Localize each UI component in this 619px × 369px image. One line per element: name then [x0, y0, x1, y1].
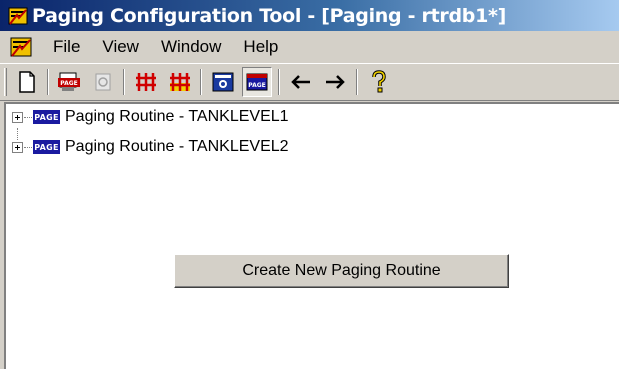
arrow-right-icon	[326, 75, 345, 89]
paging-app-icon	[8, 6, 28, 26]
app-window: Paging Configuration Tool - [Paging - rt…	[0, 0, 619, 369]
toolbar-separator	[356, 69, 358, 95]
forward-button[interactable]	[320, 67, 350, 97]
toolbar-separator	[123, 69, 125, 95]
blue-view-button[interactable]	[208, 67, 238, 97]
arrow-left-icon	[291, 75, 310, 89]
page-disabled-button[interactable]	[88, 67, 118, 97]
expand-icon[interactable]	[12, 141, 23, 153]
tree-item-label[interactable]: Paging Routine - TANKLEVEL2	[65, 138, 289, 156]
menu-file[interactable]: File	[42, 37, 91, 57]
menu-bar: File View Window Help	[0, 31, 619, 63]
page-red-button[interactable]: PAGE	[54, 67, 84, 97]
help-icon	[372, 70, 386, 93]
red-grid-icon	[136, 73, 156, 91]
page-disabled-icon	[95, 73, 111, 91]
page-view-icon: PAGE	[246, 73, 268, 91]
page-view-button[interactable]: PAGE	[242, 67, 272, 97]
svg-text:PAGE: PAGE	[60, 80, 78, 87]
page-icon: PAGE	[33, 140, 60, 154]
page-red-icon: PAGE	[58, 72, 80, 91]
toolbar: PAGE PAGE	[0, 63, 619, 101]
tree-view[interactable]: PAGE Paging Routine - TANKLEVEL1 PAGE Pa…	[4, 102, 619, 369]
tree-connector	[24, 146, 32, 148]
tree-connector	[24, 116, 32, 118]
new-document-icon	[19, 71, 35, 93]
red-grid-yellow-button[interactable]	[165, 67, 195, 97]
expand-icon[interactable]	[12, 111, 23, 123]
svg-text:PAGE: PAGE	[248, 82, 266, 89]
toolbar-grip[interactable]	[4, 68, 7, 96]
menu-help[interactable]: Help	[232, 37, 289, 57]
new-document-button[interactable]	[12, 67, 42, 97]
title-bar[interactable]: Paging Configuration Tool - [Paging - rt…	[0, 0, 619, 31]
help-button[interactable]	[364, 67, 394, 97]
toolbar-separator	[47, 69, 49, 95]
page-icon: PAGE	[33, 110, 60, 124]
menu-window[interactable]: Window	[150, 37, 232, 57]
red-grid-yellow-icon	[170, 73, 190, 91]
window-title: Paging Configuration Tool - [Paging - rt…	[32, 4, 507, 27]
back-button[interactable]	[286, 67, 316, 97]
menu-view[interactable]: View	[91, 37, 150, 57]
tree-item-tanklevel2[interactable]: PAGE Paging Routine - TANKLEVEL2	[12, 136, 289, 158]
toolbar-separator	[200, 69, 202, 95]
toolbar-separator	[278, 69, 280, 95]
create-new-paging-routine-button[interactable]: Create New Paging Routine	[174, 254, 509, 288]
tree-item-tanklevel1[interactable]: PAGE Paging Routine - TANKLEVEL1	[12, 106, 289, 128]
red-grid-button[interactable]	[131, 67, 161, 97]
tree-item-label[interactable]: Paging Routine - TANKLEVEL1	[65, 108, 289, 126]
blue-view-icon	[212, 72, 234, 92]
document-window-icon[interactable]	[10, 36, 32, 58]
